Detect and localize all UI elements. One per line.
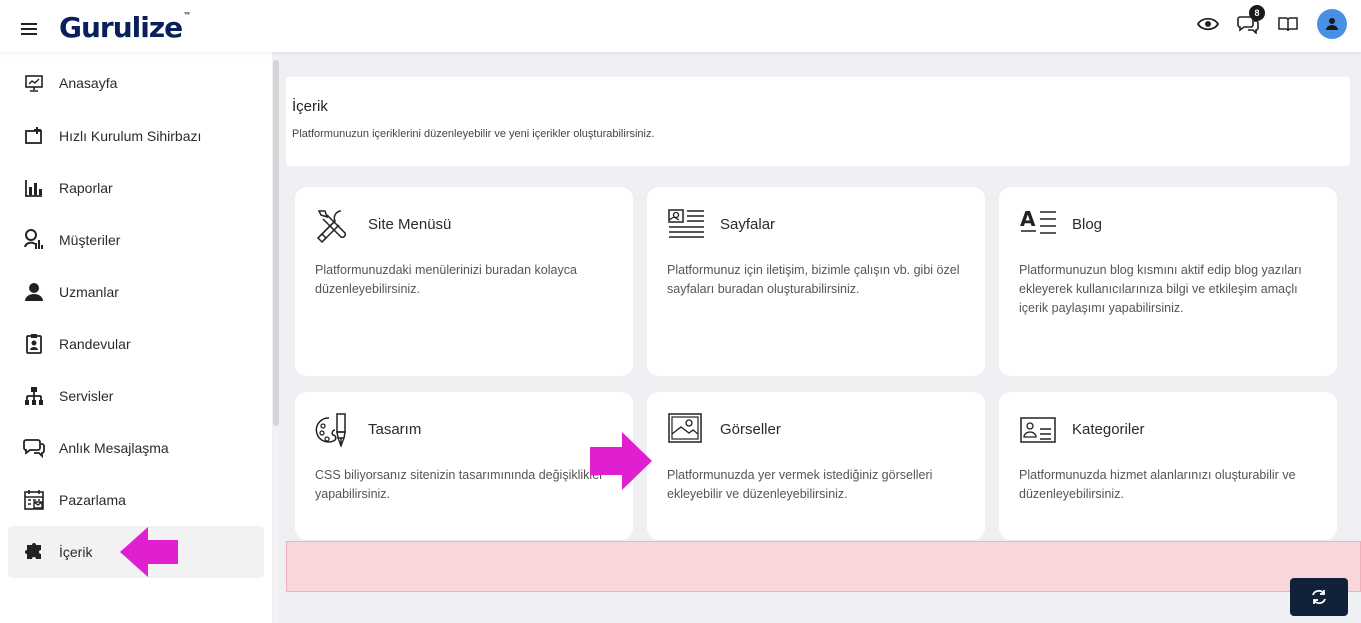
sidebar-item-servisler[interactable]: Servisler xyxy=(8,370,264,422)
svg-text:A: A xyxy=(1020,207,1036,231)
annotation-arrow-left xyxy=(120,527,178,577)
image-icon xyxy=(667,412,705,446)
card-description: CSS biliyorsanız sitenizin tasarımınında… xyxy=(315,468,604,501)
presentation-monitor-icon xyxy=(23,72,45,94)
sitemap-icon xyxy=(23,385,45,407)
card-title: Blog xyxy=(1072,216,1103,233)
refresh-button[interactable] xyxy=(1290,578,1348,616)
sidebar-item-label: Pazarlama xyxy=(59,492,126,508)
sidebar-item-raporlar[interactable]: Raporlar xyxy=(8,162,264,214)
customers-icon xyxy=(23,229,45,251)
sidebar-item-uzmanlar[interactable]: Uzmanlar xyxy=(8,266,264,318)
design-palette-icon xyxy=(315,412,353,448)
content-header: İçerik Platformunuzun içeriklerini düzen… xyxy=(286,77,1350,166)
card-tasarim[interactable]: Tasarım CSS biliyorsanız sitenizin tasar… xyxy=(295,392,633,540)
pages-icon xyxy=(667,207,705,241)
card-description: Platformunuzdaki menülerinizi buradan ko… xyxy=(315,263,577,296)
chat-icon xyxy=(23,437,45,459)
card-title: Tasarım xyxy=(368,421,422,438)
card-blog[interactable]: A Blog Platformunuzun blog kısmını aktif… xyxy=(999,187,1337,376)
messages-icon[interactable]: 8 xyxy=(1237,5,1265,35)
book-icon[interactable] xyxy=(1277,13,1299,35)
user-icon xyxy=(23,281,45,303)
id-card-icon xyxy=(1019,412,1057,446)
card-description: Platformunuzda yer vermek istediğiniz gö… xyxy=(667,468,933,501)
sidebar-item-label: Servisler xyxy=(59,388,114,404)
logo[interactable]: Gurulize™ xyxy=(59,11,191,44)
sidebar-item-anasayfa[interactable]: Anasayfa xyxy=(8,57,264,109)
sidebar-item-label: Hızlı Kurulum Sihirbazı xyxy=(59,128,202,144)
sidebar-item-label: Randevular xyxy=(59,336,131,352)
card-kategoriler[interactable]: Kategoriler Platformunuzda hizmet alanla… xyxy=(999,392,1337,540)
sidebar-item-randevular[interactable]: Randevular xyxy=(8,318,264,370)
sidebar-item-anlik-mesajlasma[interactable]: Anlık Mesajlaşma xyxy=(8,422,264,474)
sidebar-item-label: Anlık Mesajlaşma xyxy=(59,440,169,456)
puzzle-icon xyxy=(23,541,45,563)
sidebar-item-label: Uzmanlar xyxy=(59,284,119,300)
card-description: Platformunuzda hizmet alanlarınızı oluşt… xyxy=(1019,468,1296,501)
card-title: Kategoriler xyxy=(1072,421,1145,438)
sidebar-item-label: Anasayfa xyxy=(59,75,118,91)
avatar[interactable] xyxy=(1317,9,1347,39)
marketing-calendar-icon xyxy=(23,489,45,511)
card-gorseller[interactable]: Görseller Platformunuzda yer vermek iste… xyxy=(647,392,985,540)
sidebar-item-label: Raporlar xyxy=(59,180,113,196)
page-subtitle: Platformunuzun içeriklerini düzenleyebil… xyxy=(292,128,655,140)
sidebar-scrollbar-thumb[interactable] xyxy=(273,60,279,426)
card-title: Görseller xyxy=(720,421,781,438)
clipboard-user-icon xyxy=(23,333,45,355)
refresh-icon xyxy=(1312,589,1326,605)
card-title: Sayfalar xyxy=(720,216,776,233)
page-title: İçerik xyxy=(292,98,328,115)
eye-icon[interactable] xyxy=(1197,13,1219,35)
card-title: Site Menüsü xyxy=(368,216,452,233)
hamburger-menu-icon[interactable] xyxy=(21,23,37,35)
alert-banner xyxy=(286,541,1361,592)
card-description: Platformunuzun blog kısmını aktif edip b… xyxy=(1019,263,1302,315)
card-description: Platformunuz için iletişim, bizimle çalı… xyxy=(667,263,960,296)
sidebar-item-label: Müşteriler xyxy=(59,232,121,248)
text-format-icon: A xyxy=(1019,207,1057,241)
card-site-menusu[interactable]: Site Menüsü Platformunuzdaki menüleriniz… xyxy=(295,187,633,376)
tools-icon xyxy=(315,207,353,244)
card-sayfalar[interactable]: Sayfalar Platformunuz için iletişim, biz… xyxy=(647,187,985,376)
quick-setup-icon xyxy=(23,125,45,147)
annotation-arrow-right xyxy=(590,432,652,490)
notification-badge: 8 xyxy=(1249,5,1265,21)
sidebar-item-label: İçerik xyxy=(59,544,93,560)
sidebar-item-hizli-kurulum[interactable]: Hızlı Kurulum Sihirbazı xyxy=(8,110,264,162)
sidebar-item-musteriler[interactable]: Müşteriler xyxy=(8,214,264,266)
sidebar-item-pazarlama[interactable]: Pazarlama xyxy=(8,474,264,526)
bar-chart-icon xyxy=(23,177,45,199)
top-bar: Gurulize™ 8 xyxy=(0,0,1361,52)
